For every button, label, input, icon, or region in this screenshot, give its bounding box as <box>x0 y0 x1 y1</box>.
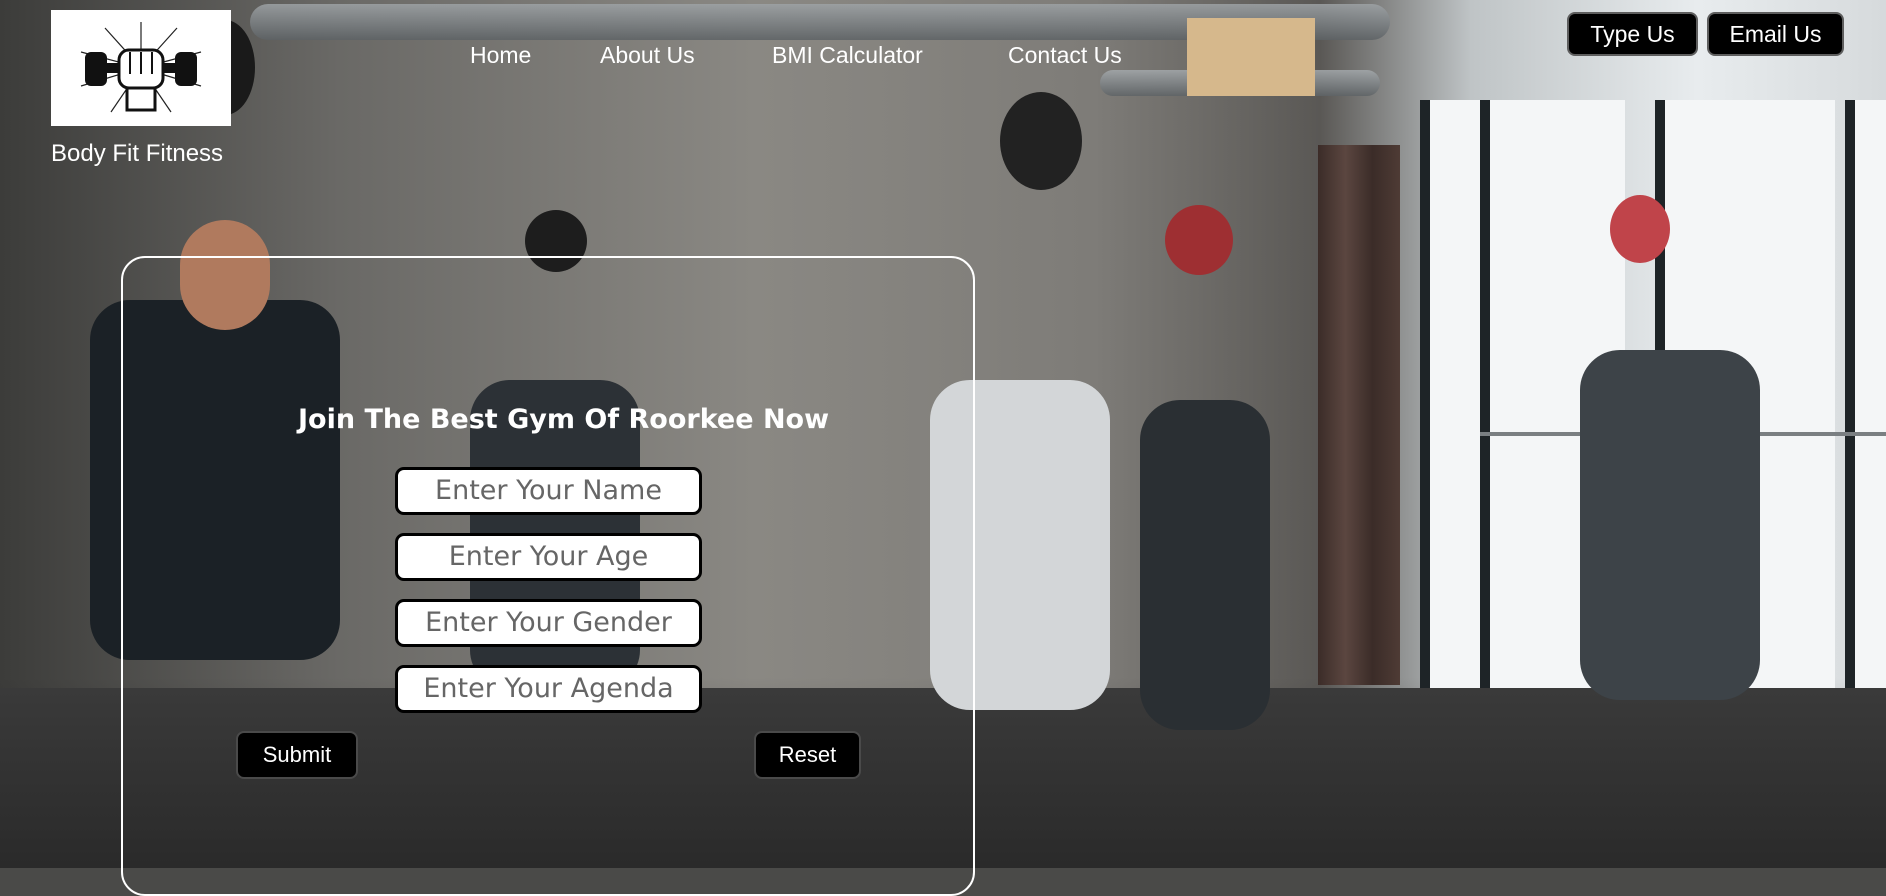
nav-home[interactable]: Home <box>470 42 531 69</box>
medicine-ball <box>1610 195 1670 263</box>
email-us-button[interactable]: Email Us <box>1707 12 1844 56</box>
reset-button[interactable]: Reset <box>754 731 861 779</box>
medicine-ball <box>1165 205 1233 275</box>
form-title: Join The Best Gym Of Roorkee Now <box>298 404 830 435</box>
athlete-figure <box>1580 350 1760 700</box>
brand-name: Body Fit Fitness <box>51 140 224 167</box>
curtain <box>1318 145 1400 685</box>
logo[interactable] <box>51 10 231 126</box>
submit-button[interactable]: Submit <box>236 731 358 779</box>
athlete-figure <box>1140 400 1270 730</box>
medicine-ball <box>1000 92 1082 190</box>
agenda-field[interactable]: Enter Your Agenda <box>395 665 702 713</box>
type-us-button[interactable]: Type Us <box>1567 12 1698 56</box>
nav-about-us[interactable]: About Us <box>600 42 695 69</box>
name-field[interactable]: Enter Your Name <box>395 467 702 515</box>
age-field[interactable]: Enter Your Age <box>395 533 702 581</box>
window-pane <box>1845 100 1886 688</box>
gender-field[interactable]: Enter Your Gender <box>395 599 702 647</box>
nav-contact-us[interactable]: Contact Us <box>1008 42 1122 69</box>
nav-bmi-calculator[interactable]: BMI Calculator <box>772 42 923 69</box>
fist-dumbbell-icon <box>80 22 202 113</box>
ceiling-box <box>1187 18 1315 96</box>
